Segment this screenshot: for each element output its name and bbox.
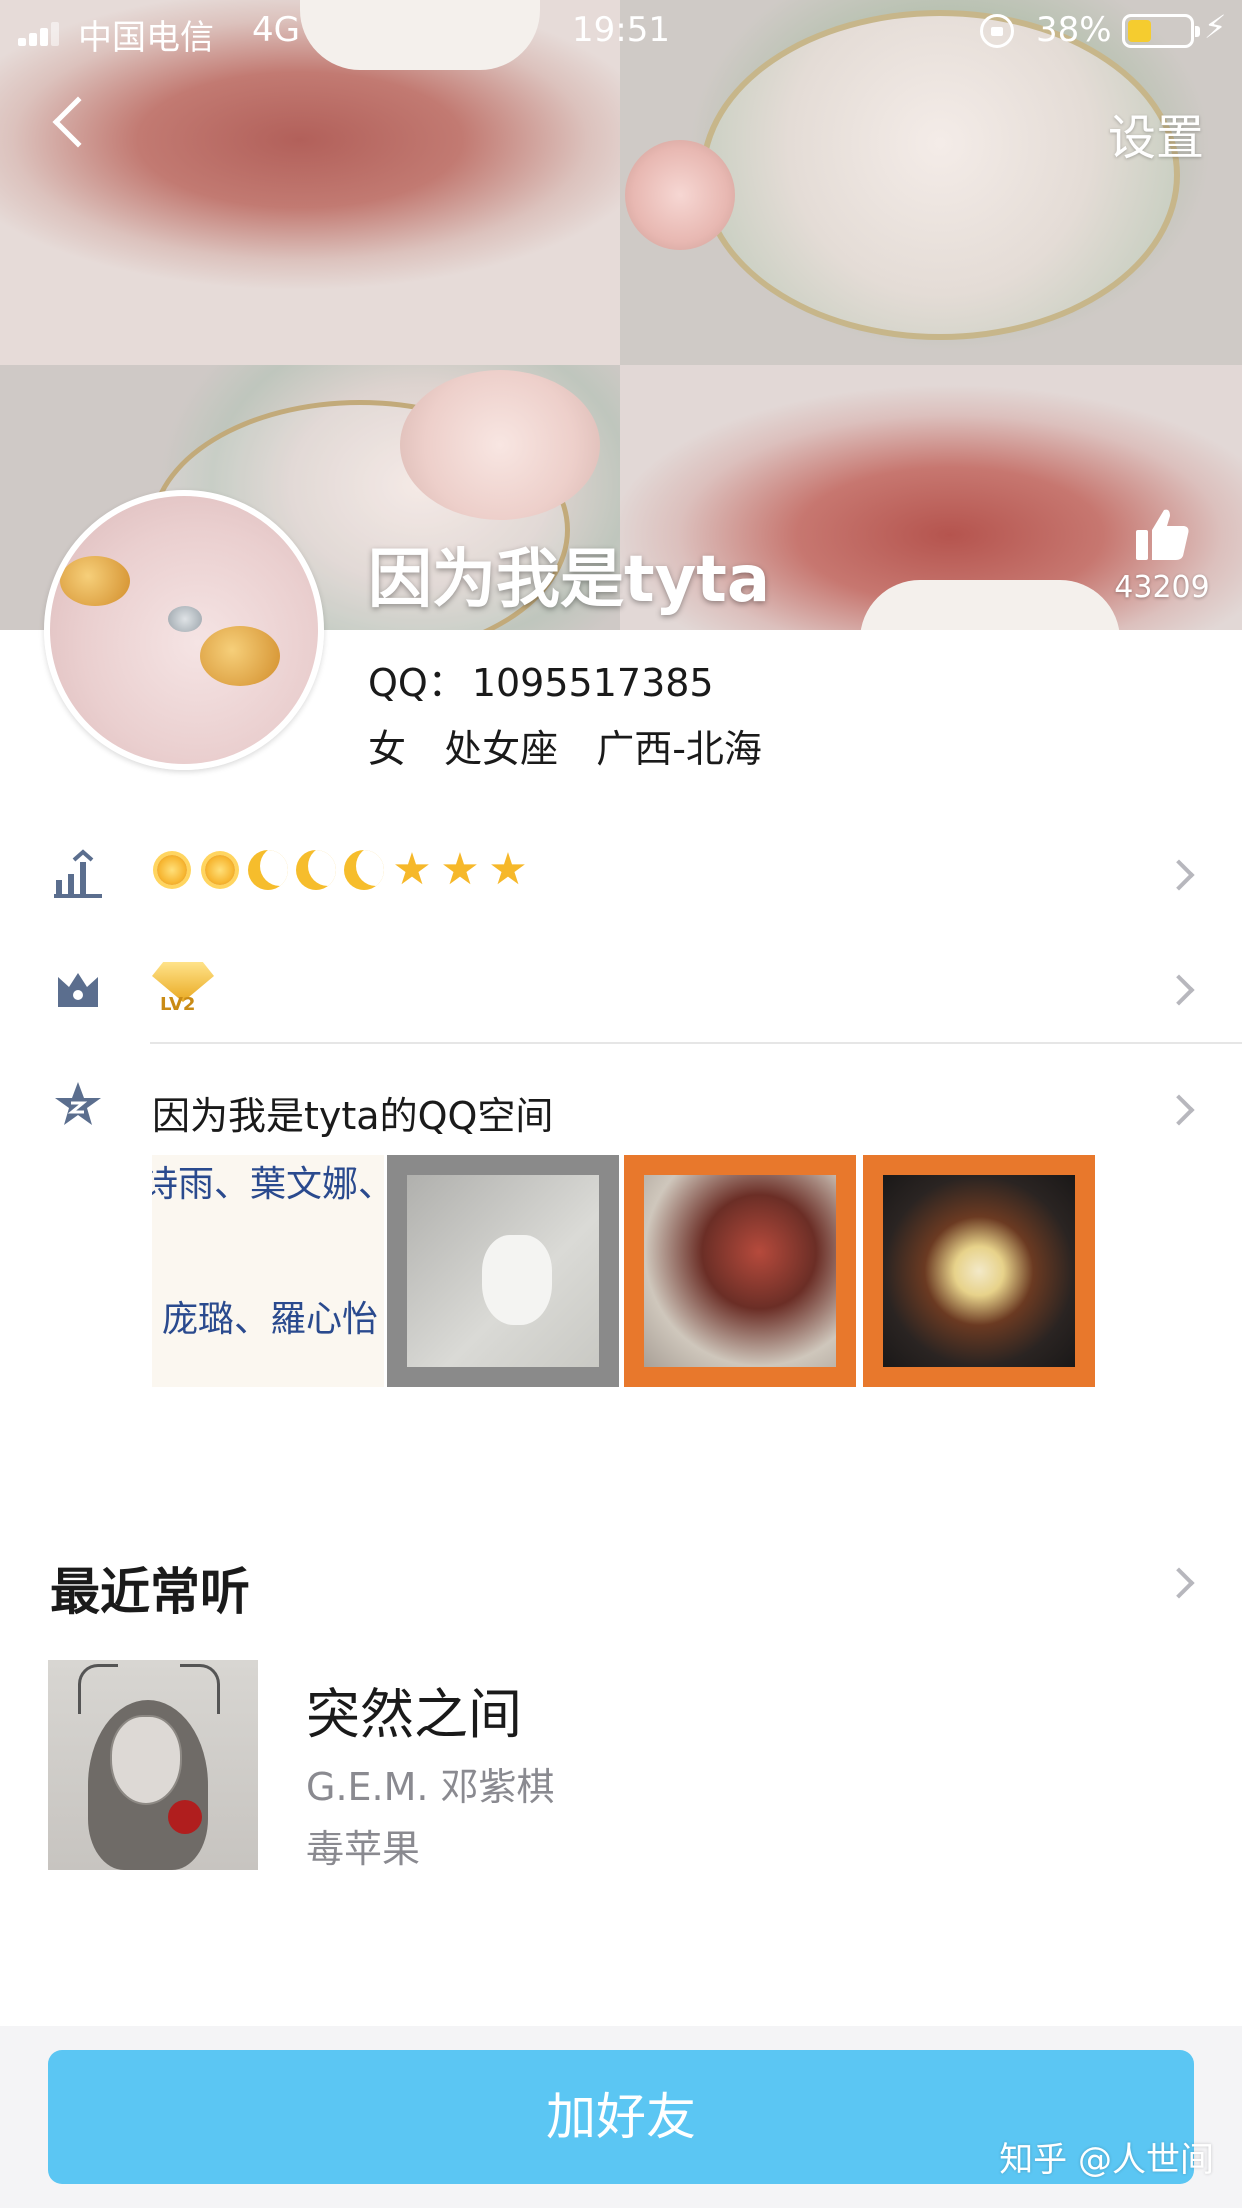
qzone-title[interactable]: 因为我是tyta的QQ空间 xyxy=(152,1085,553,1140)
chevron-right-icon[interactable] xyxy=(1163,1567,1195,1599)
rose xyxy=(400,370,600,520)
sun-badge-icon xyxy=(157,855,187,885)
profile-meta: 女 处女座 广西-北海 xyxy=(368,718,788,773)
location: 广西-北海 xyxy=(596,727,762,771)
charging-icon: ⚡ xyxy=(1204,8,1227,46)
rose xyxy=(625,140,735,250)
like-count: 43209 xyxy=(1114,570,1210,605)
song-album: 毒苹果 xyxy=(306,1827,421,1871)
qzone-photo-flowers[interactable] xyxy=(624,1155,856,1387)
sun-badge-icon xyxy=(205,855,235,885)
moon-badge-icon xyxy=(296,850,336,890)
avatar[interactable] xyxy=(44,490,324,770)
qq-label: QQ： xyxy=(368,661,466,705)
thumbs-up-icon[interactable] xyxy=(1132,504,1192,564)
qzone-photo-food[interactable] xyxy=(863,1155,1095,1387)
settings-button[interactable]: 设置 xyxy=(1108,98,1204,168)
crown-icon xyxy=(58,973,98,1007)
battery-icon xyxy=(1122,14,1200,48)
chevron-right-icon xyxy=(1163,974,1195,1006)
battery-percent: 38% xyxy=(1036,10,1112,50)
duckling xyxy=(200,626,280,686)
qq-number: 1095517385 xyxy=(471,661,714,705)
status-bar: 中国电信 4G 19:51 38% ⚡ xyxy=(0,0,1242,62)
drain xyxy=(168,606,202,632)
teeth xyxy=(860,580,1120,630)
vip-diamond-badge: LV2 xyxy=(152,962,214,1020)
album-cover[interactable] xyxy=(48,1660,258,1870)
photo-text-line: 庞璐、羅心怡 xyxy=(162,1299,379,1340)
gender: 女 xyxy=(368,727,407,771)
moon-badge-icon xyxy=(344,850,384,890)
divider xyxy=(150,1042,1242,1044)
star-badge-icon: ★ xyxy=(392,844,432,895)
qzone-photo-icecream[interactable] xyxy=(387,1155,619,1387)
watermark: 知乎 @人世间 xyxy=(999,2140,1214,2180)
qzone-photo-text[interactable]: 诗雨、葉文娜、 庞璐、羅心怡 xyxy=(152,1155,384,1387)
chevron-right-icon xyxy=(1163,1094,1195,1126)
photo-text-line: 诗雨、葉文娜、 xyxy=(152,1164,384,1205)
level-chart-icon xyxy=(54,849,102,898)
moon-badge-icon xyxy=(248,850,288,890)
profile-nickname: 因为我是tyta xyxy=(368,543,771,617)
level-badges: ★ ★ ★ xyxy=(152,844,536,902)
chevron-right-icon xyxy=(1163,859,1195,891)
qzone-star-icon xyxy=(55,1082,101,1125)
duckling xyxy=(60,556,130,606)
recent-music-title: 最近常听 xyxy=(50,1563,250,1621)
orientation-lock-icon xyxy=(980,14,1014,48)
vip-level-text: LV2 xyxy=(160,994,196,1015)
song-artist: G.E.M. 邓紫棋 xyxy=(306,1765,555,1809)
star-badge-icon: ★ xyxy=(440,844,480,895)
zodiac: 处女座 xyxy=(444,727,559,771)
qq-number-line: QQ： 1095517385 xyxy=(368,652,720,707)
song-title[interactable]: 突然之间 xyxy=(306,1670,522,1749)
star-badge-icon: ★ xyxy=(488,844,528,895)
